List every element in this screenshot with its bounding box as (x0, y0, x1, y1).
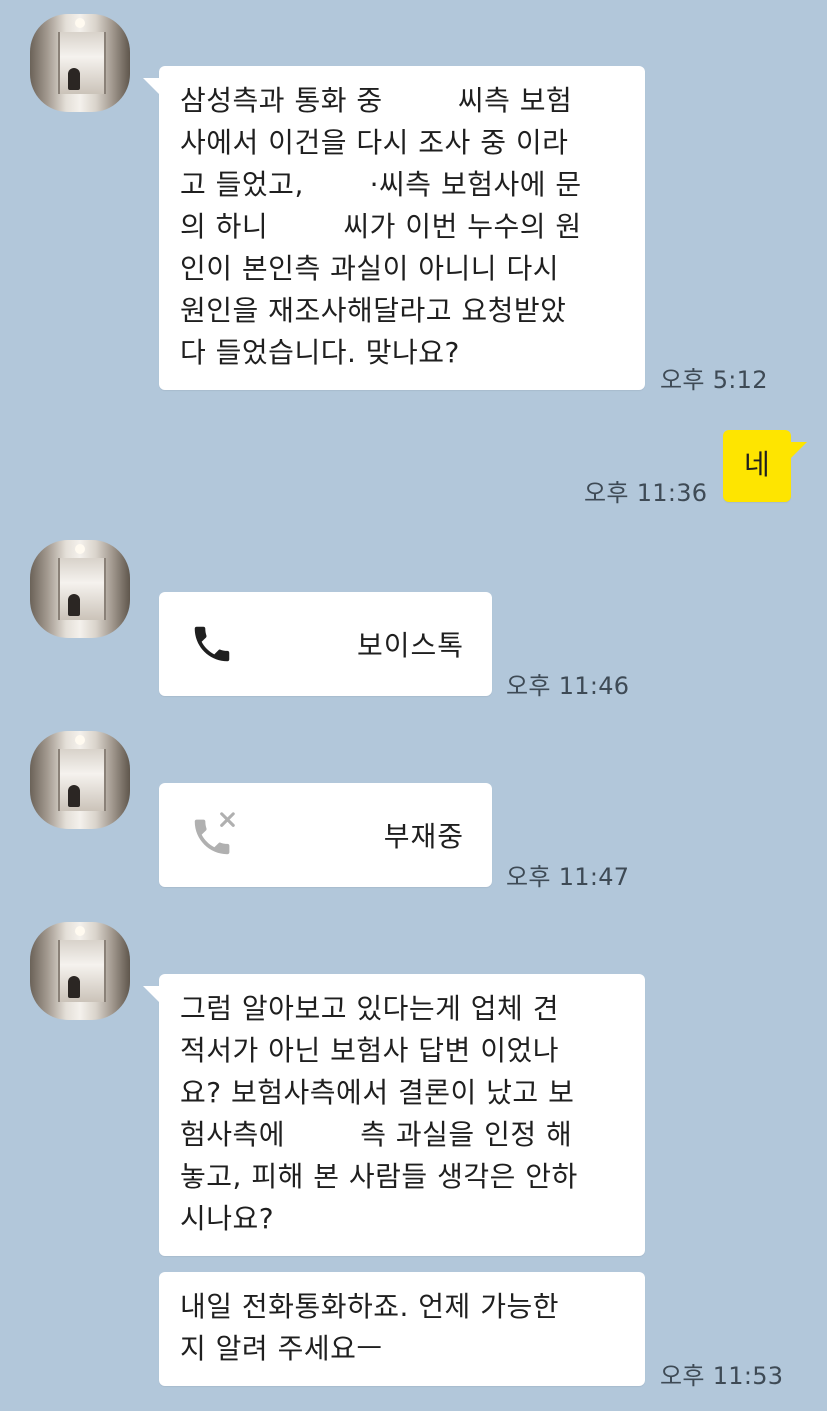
avatar-figure (68, 976, 80, 998)
message-bubble[interactable]: 내일 전화통화하죠. 언제 가능한 지 알려 주세요ㅡ (159, 1272, 645, 1386)
call-label: 보이스톡 (356, 629, 464, 662)
missed-call-icon (189, 810, 239, 860)
sender-avatar[interactable] (30, 14, 130, 112)
avatar-photo (58, 749, 106, 811)
sender-avatar[interactable] (30, 731, 130, 829)
message-text: 네 (744, 448, 771, 481)
avatar-light (75, 735, 85, 745)
message-time: 오후 11:47 (506, 863, 630, 891)
message-text: 삼성측과 통화 중 씨측 보험 사에서 이건을 다시 조사 중 이라 고 들었고… (180, 84, 582, 369)
message-text: 내일 전화통화하죠. 언제 가능한 지 알려 주세요ㅡ (180, 1290, 559, 1365)
message-bubble[interactable]: 삼성측과 통화 중 씨측 보험 사에서 이건을 다시 조사 중 이라 고 들었고… (143, 66, 645, 390)
sender-avatar[interactable] (30, 540, 130, 638)
avatar-figure (68, 594, 80, 616)
message-text: 그럼 알아보고 있다는게 업체 견 적서가 아닌 보험사 답변 이었나 요? 보… (180, 992, 578, 1235)
avatar-light (75, 18, 85, 28)
message-time: 오후 11:46 (506, 672, 630, 700)
avatar-photo (58, 940, 106, 1002)
avatar-figure (68, 785, 80, 807)
message-time: 오후 11:36 (584, 479, 708, 507)
message-time: 오후 5:12 (660, 366, 768, 394)
sender-avatar[interactable] (30, 922, 130, 1020)
my-message-bubble[interactable]: 네 (723, 430, 807, 502)
avatar-figure (68, 68, 80, 90)
avatar-light (75, 926, 85, 936)
missed-call-card[interactable]: 부재중 (159, 783, 492, 887)
voice-talk-card[interactable]: 보이스톡 (159, 592, 492, 696)
call-label: 부재중 (383, 820, 464, 853)
phone-icon (189, 621, 235, 667)
avatar-photo (58, 558, 106, 620)
avatar-light (75, 544, 85, 554)
message-time: 오후 11:53 (660, 1362, 784, 1390)
avatar-photo (58, 32, 106, 94)
message-bubble[interactable]: 그럼 알아보고 있다는게 업체 견 적서가 아닌 보험사 답변 이었나 요? 보… (143, 974, 645, 1256)
